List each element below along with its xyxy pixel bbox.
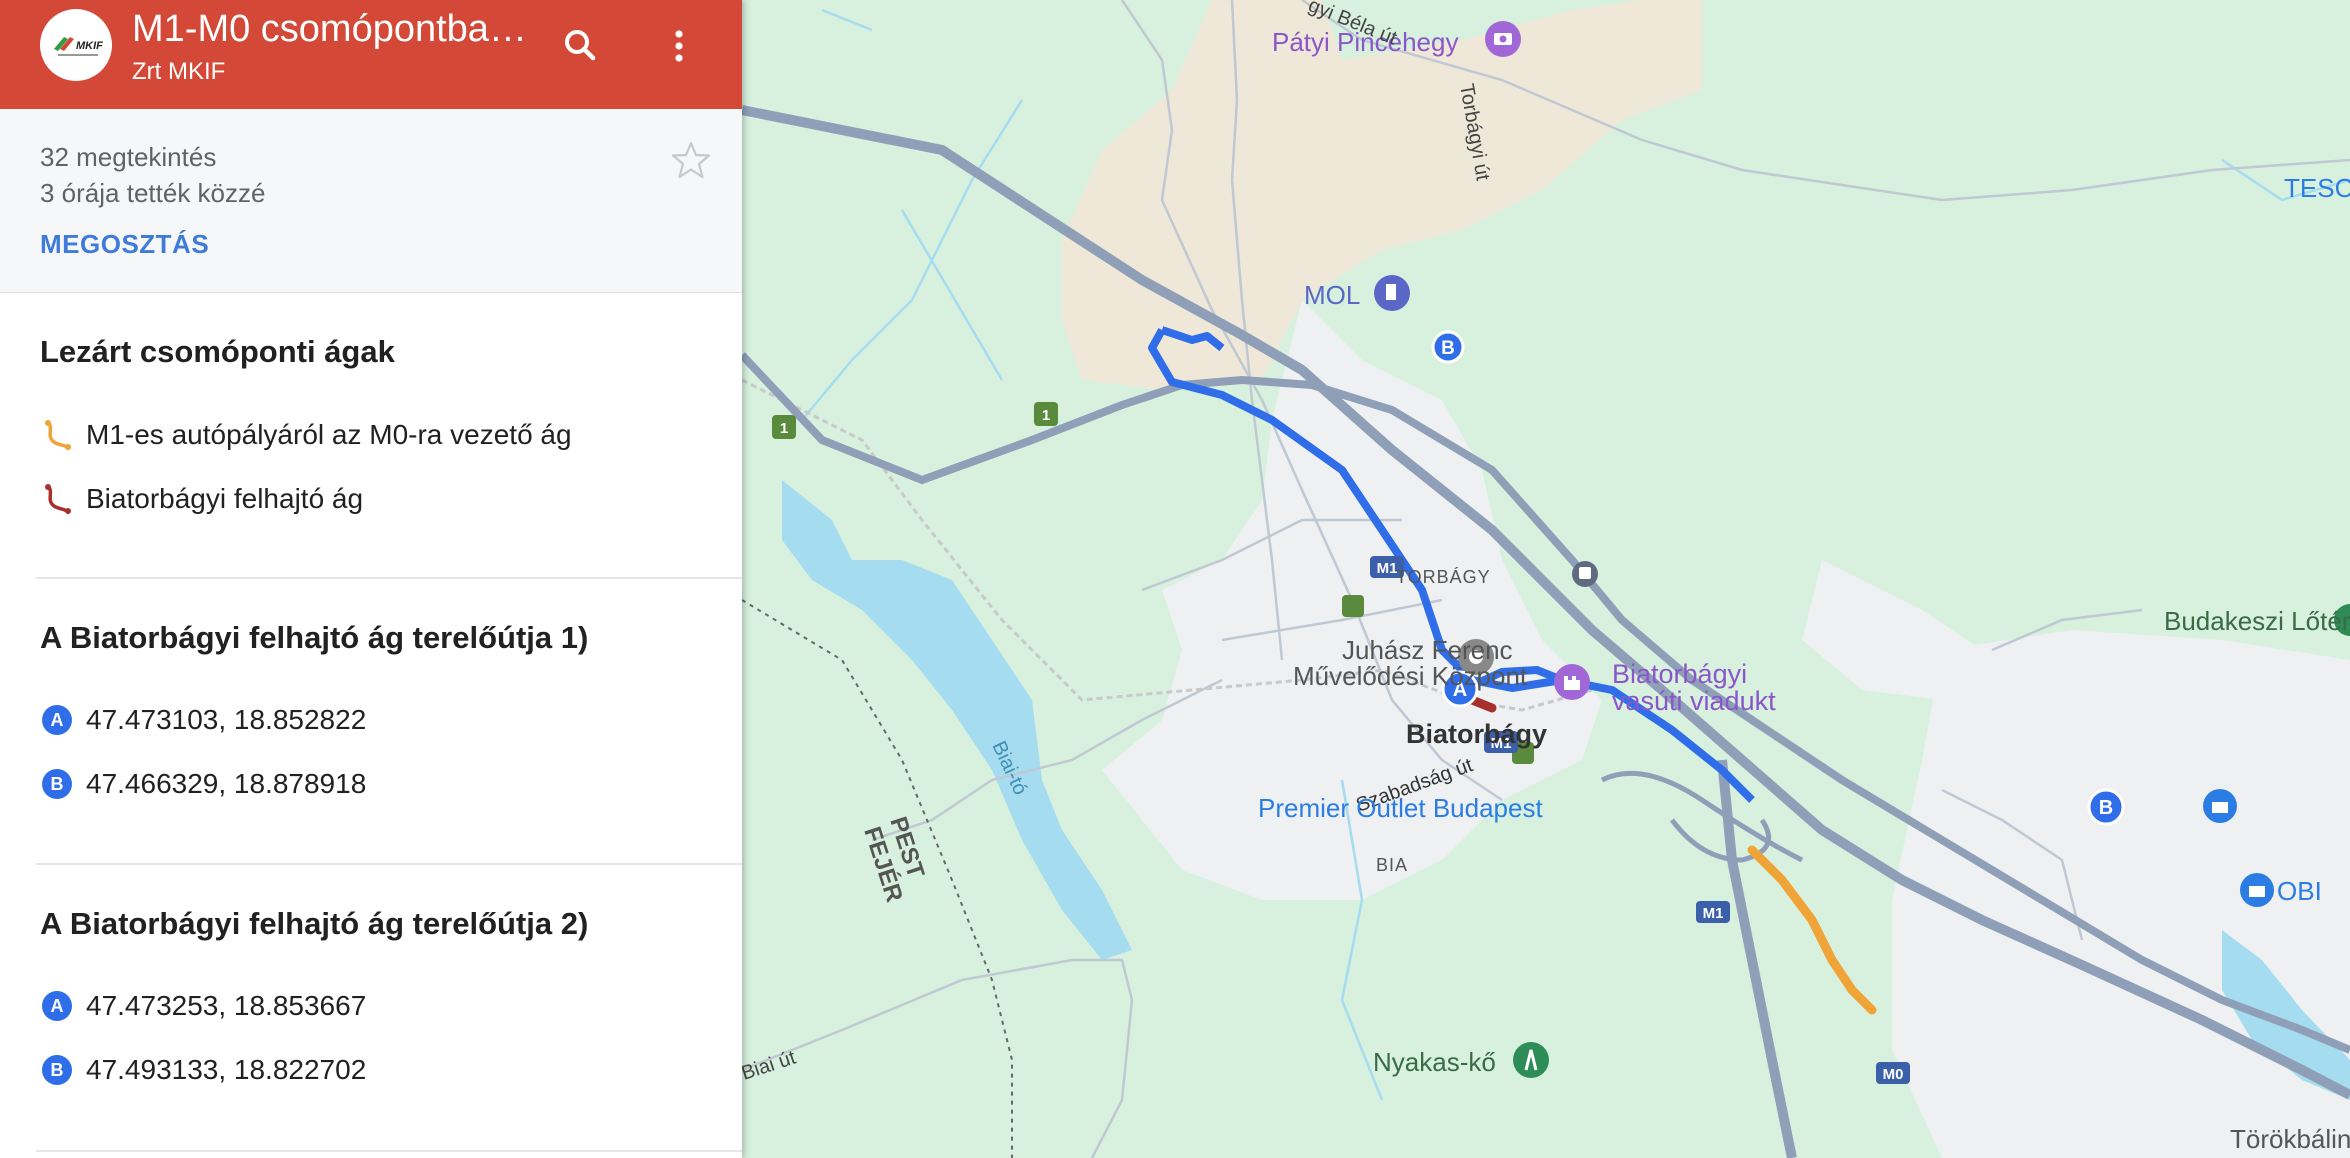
- map-svg: 1 1 M1 M1 M1 M0 B A B Pátyi Pincehegy gy…: [742, 0, 2350, 1158]
- svg-text:vasúti viadukt: vasúti viadukt: [1612, 686, 1776, 716]
- svg-text:Premier Outlet Budapest: Premier Outlet Budapest: [1258, 793, 1543, 823]
- camera-icon: [1485, 21, 1521, 57]
- svg-text:M1: M1: [1377, 560, 1398, 577]
- detour-point[interactable]: A 47.473253, 18.853667: [40, 986, 366, 1026]
- detour-point-coords: 47.493133, 18.822702: [86, 1054, 367, 1085]
- header-bar: MKIF M1-M0 csomópontba… Zrt MKIF: [0, 0, 742, 109]
- svg-text:BIA: BIA: [1376, 855, 1408, 875]
- marker-b-icon: B: [42, 1055, 72, 1085]
- more-options-button[interactable]: [655, 20, 707, 72]
- svg-text:Biatorbágyi: Biatorbágyi: [1612, 659, 1747, 689]
- divider: [36, 1150, 742, 1152]
- svg-text:Művelődési Központ: Művelődési Központ: [1293, 661, 1528, 691]
- svg-text:Budakeszi Lőtér: Budakeszi Lőtér: [2164, 606, 2350, 636]
- legend-item-label: M1-es autópályáról az M0-ra vezető ág: [86, 419, 572, 450]
- logo-text: MKIF: [76, 40, 103, 52]
- divider: [36, 863, 742, 865]
- search-button[interactable]: [555, 20, 607, 72]
- marker-a-icon: A: [42, 705, 72, 735]
- map-title: M1-M0 csomópontba…: [132, 8, 527, 50]
- detour-point[interactable]: B 47.466329, 18.878918: [40, 764, 366, 804]
- shop-icon: [2203, 789, 2237, 823]
- view-count: 32 megtekintés: [40, 142, 217, 172]
- hiking-icon: [1513, 1042, 1549, 1078]
- published-time: 3 órája tették közzé: [40, 178, 266, 208]
- detour-title: A Biatorbágyi felhajtó ág terelőútja 1): [40, 620, 589, 655]
- svg-text:Törökbálint: Törökbálint: [2230, 1124, 2350, 1154]
- divider: [36, 577, 742, 579]
- detour-point-coords: 47.473253, 18.853667: [86, 990, 367, 1021]
- star-icon: [671, 141, 711, 179]
- favorite-button[interactable]: [670, 139, 712, 181]
- detour-point[interactable]: A 47.473103, 18.852822: [40, 700, 366, 740]
- shop-icon-obi: [2240, 873, 2274, 907]
- route-icon: [40, 418, 74, 452]
- legend-item[interactable]: Biatorbágyi felhajtó ág: [40, 479, 363, 519]
- svg-text:OBI: OBI: [2277, 876, 2322, 906]
- svg-text:MOL: MOL: [1304, 280, 1360, 310]
- svg-text:M0: M0: [1883, 1066, 1904, 1083]
- marker-b-mol: B: [1431, 330, 1465, 364]
- marker-b-premier: B: [2087, 788, 2125, 826]
- map-owner: Zrt MKIF: [132, 58, 226, 85]
- map-info: 32 megtekintés 3 órája tették közzé MEGO…: [0, 109, 742, 293]
- svg-text:Biatorbágy: Biatorbágy: [1406, 719, 1547, 749]
- svg-text:B: B: [2099, 797, 2113, 819]
- map-canvas[interactable]: 1 1 M1 M1 M1 M0 B A B Pátyi Pincehegy gy…: [742, 0, 2350, 1158]
- legend-item[interactable]: M1-es autópályáról az M0-ra vezető ág: [40, 415, 572, 455]
- svg-text:TESCO: TESCO: [2284, 173, 2350, 203]
- train-icon: [1572, 561, 1598, 587]
- detour-point[interactable]: B 47.493133, 18.822702: [40, 1050, 366, 1090]
- svg-text:Nyakas-kő: Nyakas-kő: [1373, 1047, 1496, 1077]
- mkif-logo[interactable]: MKIF: [40, 9, 112, 81]
- more-vert-icon: [675, 30, 683, 62]
- svg-text:1: 1: [780, 420, 788, 437]
- svg-text:B: B: [1441, 338, 1455, 359]
- detour-point-coords: 47.466329, 18.878918: [86, 768, 367, 799]
- detour-point-coords: 47.473103, 18.852822: [86, 704, 367, 735]
- castle-icon: [1554, 664, 1590, 700]
- svg-text:M1: M1: [1703, 905, 1724, 922]
- search-icon: [565, 30, 596, 61]
- share-button[interactable]: MEGOSZTÁS: [40, 229, 209, 260]
- fuel-icon: [1374, 275, 1410, 311]
- svg-text:TORBÁGY: TORBÁGY: [1396, 567, 1491, 587]
- marker-a-icon: A: [42, 991, 72, 1021]
- marker-b-icon: B: [42, 769, 72, 799]
- legend-title: Lezárt csomóponti ágak: [40, 334, 395, 369]
- detour-title: A Biatorbágyi felhajtó ág terelőútja 2): [40, 906, 589, 941]
- route-icon: [40, 482, 74, 516]
- sidebar: MKIF M1-M0 csomópontba… Zrt MKIF 32 megt…: [0, 0, 742, 1158]
- legend-item-label: Biatorbágyi felhajtó ág: [86, 483, 364, 514]
- svg-text:1: 1: [1042, 407, 1050, 424]
